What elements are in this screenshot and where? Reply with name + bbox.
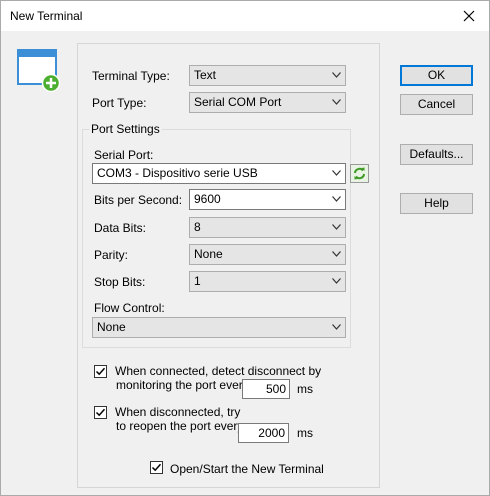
- window-title: New Terminal: [10, 9, 83, 23]
- defaults-button[interactable]: Defaults...: [400, 144, 473, 165]
- checkmark-icon: [151, 463, 162, 472]
- data-bits-value: 8: [194, 220, 201, 234]
- parity-value: None: [194, 247, 223, 261]
- serial-port-value: COM3 - Dispositivo serie USB: [97, 166, 258, 180]
- chevron-down-icon: [332, 278, 341, 284]
- detect-disconnect-checkbox[interactable]: [94, 365, 107, 378]
- flow-control-select[interactable]: None: [92, 317, 346, 338]
- ok-button[interactable]: OK: [400, 65, 473, 86]
- terminal-type-value: Text: [194, 68, 217, 82]
- parity-select[interactable]: None: [189, 244, 346, 265]
- chevron-down-icon: [332, 251, 341, 257]
- bits-per-second-select[interactable]: 9600: [189, 189, 346, 210]
- chevron-down-icon: [332, 72, 341, 78]
- bits-per-second-value: 9600: [194, 192, 221, 206]
- reopen-interval-unit: ms: [297, 426, 313, 440]
- chevron-down-icon: [332, 196, 341, 202]
- monitor-interval-input[interactable]: 500: [242, 379, 290, 399]
- reopen-port-line2: to reopen the port every: [116, 419, 244, 433]
- detect-disconnect-line2: monitoring the port every: [116, 378, 249, 392]
- monitor-interval-unit: ms: [297, 382, 313, 396]
- flow-control-label: Flow Control:: [94, 301, 165, 315]
- open-start-checkbox[interactable]: [150, 461, 163, 474]
- bits-per-second-label: Bits per Second:: [94, 193, 183, 207]
- detect-disconnect-line1: When connected, detect disconnect by: [115, 364, 322, 378]
- data-bits-label: Data Bits:: [94, 221, 147, 235]
- stop-bits-select[interactable]: 1: [189, 271, 346, 292]
- stop-bits-label: Stop Bits:: [94, 275, 146, 289]
- port-settings-title: Port Settings: [89, 122, 162, 136]
- serial-port-select[interactable]: COM3 - Dispositivo serie USB: [92, 163, 346, 184]
- flow-control-value: None: [97, 320, 126, 334]
- open-start-label: Open/Start the New Terminal: [170, 462, 324, 476]
- new-terminal-window-icon: [17, 49, 61, 92]
- chevron-down-icon: [332, 224, 341, 230]
- checkmark-icon: [95, 408, 106, 417]
- close-button[interactable]: [455, 4, 483, 28]
- new-terminal-dialog: New Terminal Terminal Type: Text Port Ty…: [0, 0, 490, 496]
- title-bar: New Terminal: [1, 1, 489, 31]
- refresh-icon: [354, 167, 365, 180]
- data-bits-select[interactable]: 8: [189, 217, 346, 238]
- parity-label: Parity:: [94, 248, 129, 262]
- port-type-value: Serial COM Port: [194, 95, 282, 109]
- port-type-select[interactable]: Serial COM Port: [189, 92, 346, 113]
- reopen-interval-input[interactable]: 2000: [238, 423, 289, 443]
- terminal-type-label: Terminal Type:: [92, 69, 170, 83]
- port-type-label: Port Type:: [92, 96, 147, 110]
- close-icon: [463, 10, 475, 22]
- terminal-type-select[interactable]: Text: [189, 65, 346, 86]
- help-button[interactable]: Help: [400, 193, 473, 214]
- reopen-port-checkbox[interactable]: [94, 406, 107, 419]
- refresh-ports-button[interactable]: [350, 164, 369, 183]
- chevron-down-icon: [332, 99, 341, 105]
- checkmark-icon: [95, 367, 106, 376]
- chevron-down-icon: [332, 170, 341, 176]
- reopen-port-line1: When disconnected, try: [115, 405, 241, 419]
- cancel-button[interactable]: Cancel: [400, 94, 473, 115]
- serial-port-label: Serial Port:: [94, 148, 154, 162]
- chevron-down-icon: [332, 324, 341, 330]
- stop-bits-value: 1: [194, 274, 201, 288]
